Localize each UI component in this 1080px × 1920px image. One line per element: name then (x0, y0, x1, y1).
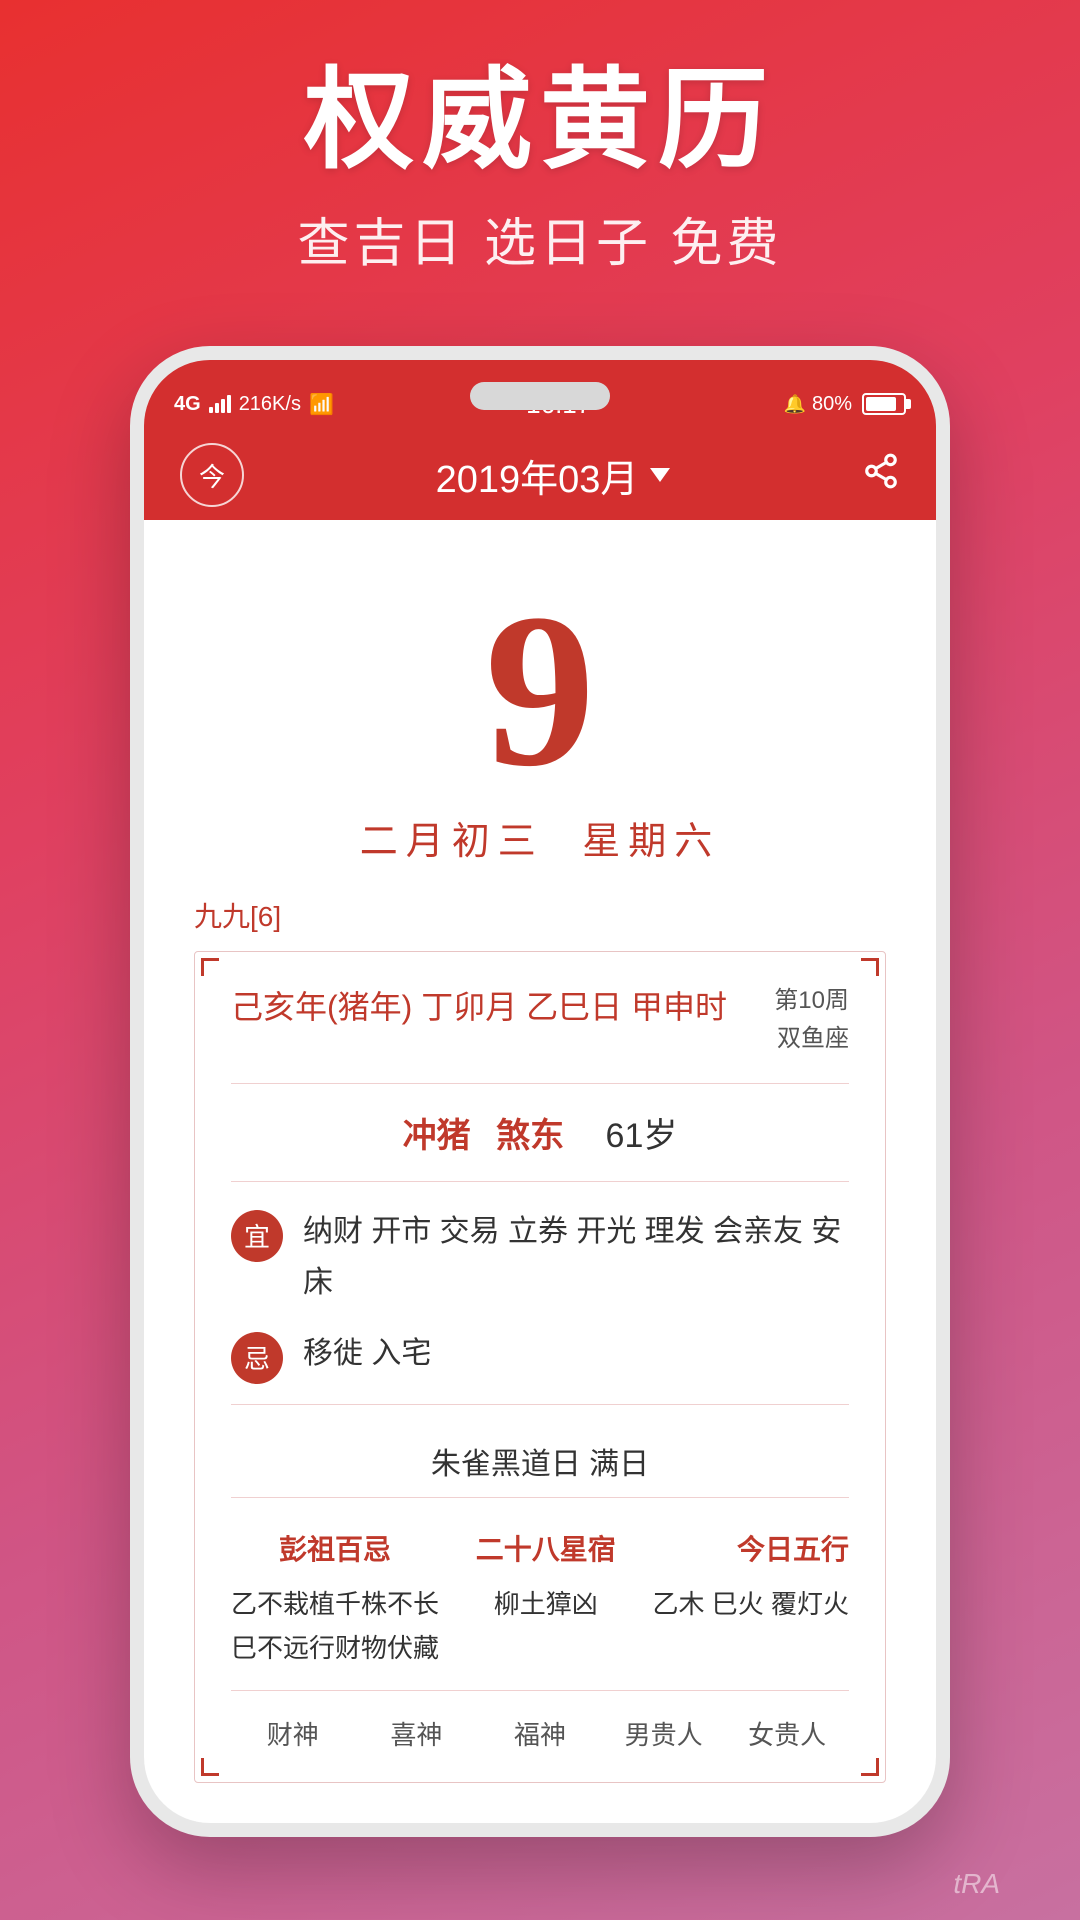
footer-cols: 财神 喜神 福神 男贵人 女贵人 (231, 1691, 849, 1752)
sha-label: 煞东 (496, 1117, 564, 1155)
chong-row: 冲猪 煞东 61岁 (231, 1108, 849, 1182)
zhuri-row: 朱雀黑道日 满日 (231, 1425, 849, 1498)
week-zodiac: 第10周 双鱼座 (774, 982, 849, 1059)
promo-main-title: 权威黄历 (0, 60, 1080, 181)
wuxing-content: 乙木 巳火 覆灯火 (653, 1582, 849, 1626)
app-header: 今 2019年03月 (144, 430, 936, 520)
wuxing-title: 今日五行 (653, 1528, 849, 1568)
info-section: 九九[6] 己亥年(猪年) 丁卯月 乙巳日 甲申时 第10周 双鱼座 (144, 895, 936, 1823)
day-number: 9 (144, 580, 936, 800)
chong-label: 冲猪 (403, 1117, 471, 1155)
info-card: 己亥年(猪年) 丁卯月 乙巳日 甲申时 第10周 双鱼座 冲猪 煞东 61岁 (194, 951, 886, 1783)
pengzu-line1: 乙不栽植千株不长 (231, 1582, 439, 1626)
divider-1 (231, 1404, 849, 1405)
battery-bar (862, 393, 906, 415)
corner-br-decoration (861, 1758, 879, 1776)
yi-items: 纳财 开市 交易 立券 开光 理发 会亲友 安床 (303, 1206, 849, 1308)
network-type: 4G (174, 393, 201, 416)
footer-col-2: 福神 (478, 1715, 602, 1752)
yi-badge: 宜 (231, 1210, 283, 1262)
lunar-info: 二月初三 星期六 (144, 810, 936, 865)
pengzu-title: 彭祖百忌 (231, 1528, 439, 1568)
zodiac: 双鱼座 (774, 1020, 849, 1058)
month-selector[interactable]: 2019年03月 (436, 448, 671, 503)
month-display: 2019年03月 (436, 448, 639, 503)
status-left: 4G 216K/s 📶 (174, 392, 334, 417)
pengzu-line2: 巳不远行财物伏藏 (231, 1626, 439, 1670)
yi-row: 宜 纳财 开市 交易 立券 开光 理发 会亲友 安床 (231, 1206, 849, 1308)
share-button[interactable] (862, 452, 900, 499)
lunar-date: 二月初三 (360, 821, 544, 863)
ganzhi-text: 己亥年(猪年) 丁卯月 乙巳日 甲申时 (231, 982, 727, 1028)
today-button[interactable]: 今 (180, 443, 244, 507)
phone-speaker (470, 382, 610, 410)
battery-percent: 80% (812, 393, 852, 416)
chong-age: 61岁 (606, 1117, 678, 1155)
ganzhi-row: 己亥年(猪年) 丁卯月 乙巳日 甲申时 第10周 双鱼座 (231, 982, 849, 1084)
date-display: 9 二月初三 星期六 (144, 520, 936, 895)
signal-icon (209, 395, 231, 413)
nine-nine-label: 九九[6] (194, 895, 886, 935)
wifi-icon: 📶 (309, 392, 334, 417)
xingxiu-title: 二十八星宿 (476, 1528, 616, 1568)
dropdown-arrow-icon (650, 468, 670, 482)
week-num: 第10周 (774, 982, 849, 1020)
xingxiu-content: 柳土獐凶 (476, 1582, 616, 1626)
ji-items: 移徙 入宅 (303, 1328, 849, 1379)
footer-col-0: 财神 (231, 1715, 355, 1752)
ji-badge: 忌 (231, 1332, 283, 1384)
watermark: tRA (953, 1868, 1000, 1900)
pengzu-col: 彭祖百忌 乙不栽植千株不长 巳不远行财物伏藏 (231, 1528, 439, 1670)
wuxing-col: 今日五行 乙木 巳火 覆灯火 (653, 1528, 849, 1670)
status-right: 🔔 80% (784, 393, 906, 416)
footer-col-1: 喜神 (355, 1715, 479, 1752)
today-label: 今 (199, 457, 225, 494)
corner-bl-decoration (201, 1758, 219, 1776)
calendar-content: 9 二月初三 星期六 九九[6] 己亥年(猪年) 丁卯月 乙巳日 甲申时 (144, 520, 936, 1823)
weekday: 星期六 (582, 821, 720, 863)
corner-tl-decoration (201, 958, 219, 976)
footer-col-3: 男贵人 (602, 1715, 726, 1752)
corner-tr-decoration (861, 958, 879, 976)
alarm-icon: 🔔 (784, 394, 806, 415)
footer-col-4: 女贵人 (725, 1715, 849, 1752)
three-cols: 彭祖百忌 乙不栽植千株不长 巳不远行财物伏藏 二十八星宿 柳土獐凶 今日五行 乙… (231, 1518, 849, 1691)
network-speed: 216K/s (239, 393, 301, 416)
ji-row: 忌 移徙 入宅 (231, 1328, 849, 1384)
promo-sub-title: 查吉日 选日子 免费 (0, 201, 1080, 276)
xingxiu-col: 二十八星宿 柳土獐凶 (476, 1528, 616, 1670)
